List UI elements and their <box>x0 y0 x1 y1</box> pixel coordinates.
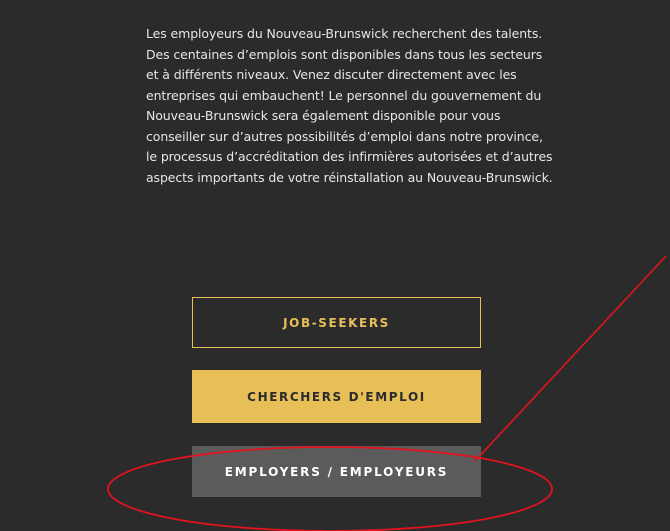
chercheurs-emploi-button[interactable]: CHERCHERS D'EMPLOI <box>192 370 481 423</box>
intro-paragraph: Les employeurs du Nouveau-Brunswick rech… <box>146 26 553 185</box>
employers-button[interactable]: EMPLOYERS / EMPLOYEURS <box>192 446 481 497</box>
red-annotation-pointer-line <box>473 255 667 463</box>
page: Les employeurs du Nouveau-Brunswick rech… <box>0 0 670 531</box>
job-seekers-button[interactable]: JOB-SEEKERS <box>192 297 481 348</box>
